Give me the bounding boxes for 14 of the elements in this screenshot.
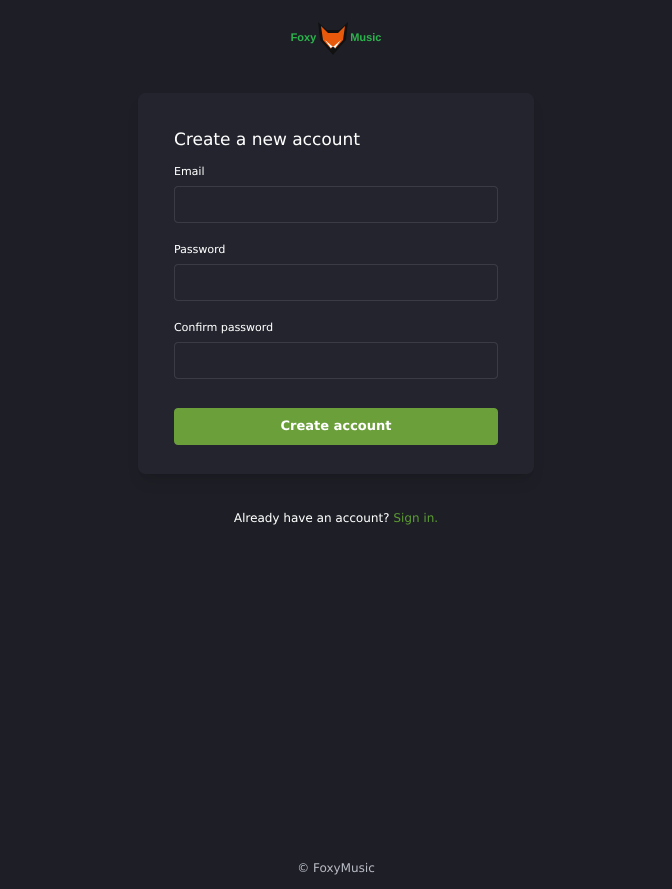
field-label: Confirm password (174, 321, 274, 335)
input-field[interactable] (174, 264, 498, 301)
signin-prompt: Already have an account? Sign in. (234, 510, 438, 527)
create-account-button[interactable]: Create account (174, 408, 498, 445)
field-label: Email (174, 165, 206, 179)
logo-text: Foxy (290, 30, 316, 46)
logo-text: Music (350, 30, 382, 46)
signin-link[interactable]: Sign in. (393, 511, 438, 525)
field-label: Password (174, 243, 226, 257)
fox-logo-icon (316, 20, 350, 56)
input-field[interactable] (174, 186, 498, 223)
input-field[interactable] (174, 342, 498, 379)
copyright-text: © FoxyMusic (297, 860, 375, 877)
form-title: Create a new account (174, 129, 361, 151)
